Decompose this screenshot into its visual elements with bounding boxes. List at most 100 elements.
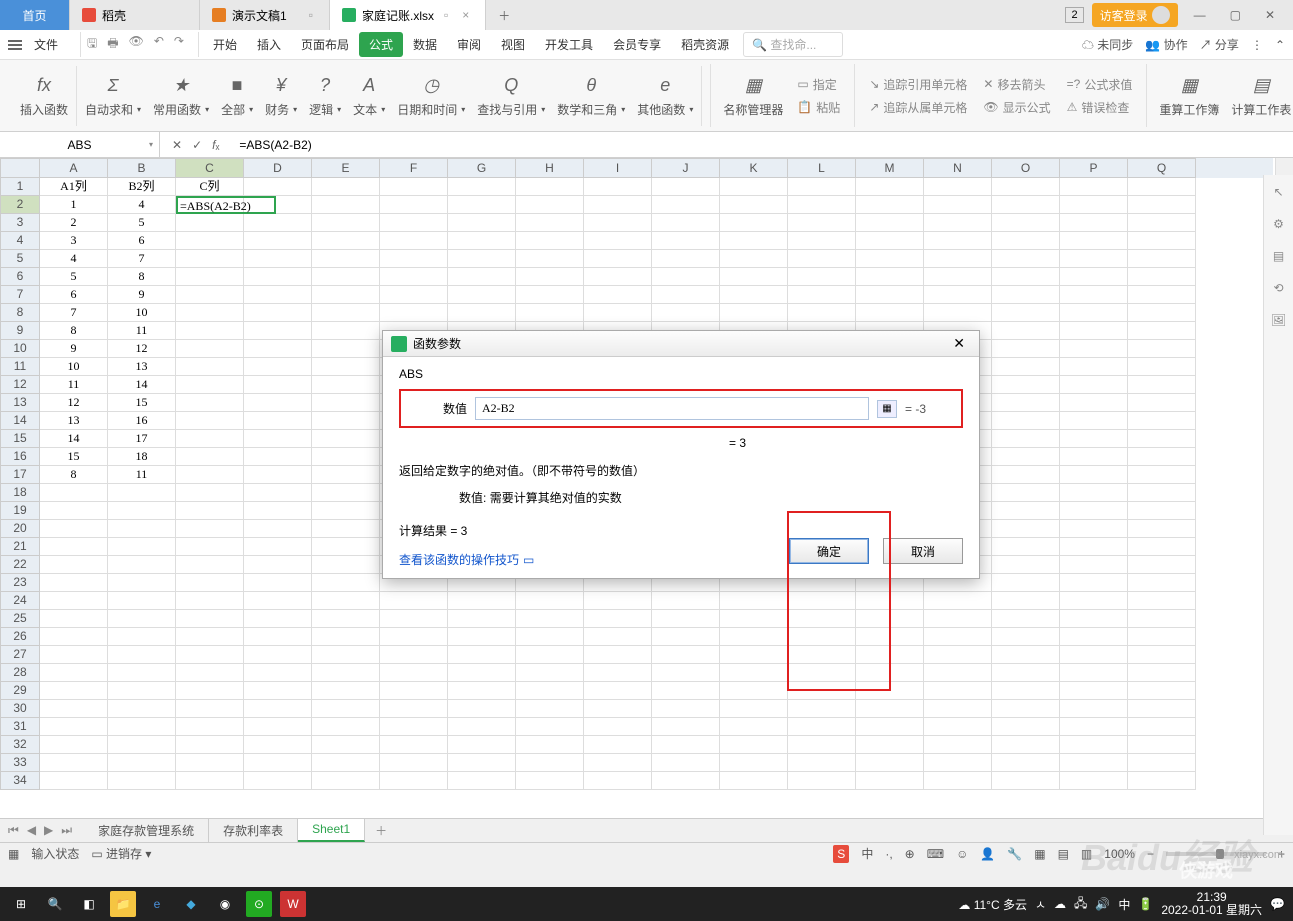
row-header[interactable]: 15 (0, 430, 40, 448)
cell[interactable] (448, 268, 516, 286)
ribbon-全部[interactable]: ■全部 (215, 64, 259, 127)
grid-icon[interactable]: ▦ (8, 847, 19, 861)
cell[interactable] (856, 718, 924, 736)
ribbon-文本[interactable]: A文本 (347, 64, 391, 127)
cell[interactable] (1060, 574, 1128, 592)
cell[interactable] (924, 196, 992, 214)
cell[interactable] (244, 466, 312, 484)
cell[interactable] (584, 754, 652, 772)
cell[interactable] (856, 232, 924, 250)
cell[interactable] (244, 178, 312, 196)
cell[interactable] (924, 610, 992, 628)
cell[interactable] (176, 358, 244, 376)
ime-punct[interactable]: ·, (885, 847, 892, 861)
cell[interactable] (720, 700, 788, 718)
cell[interactable] (244, 718, 312, 736)
cell[interactable] (992, 520, 1060, 538)
cell[interactable] (992, 394, 1060, 412)
cell[interactable] (584, 646, 652, 664)
cell[interactable] (788, 754, 856, 772)
view-break-icon[interactable]: ▥ (1081, 847, 1092, 861)
cell[interactable] (108, 664, 176, 682)
close-button[interactable]: ✕ (1257, 4, 1283, 26)
cell[interactable] (1060, 196, 1128, 214)
cell[interactable] (720, 232, 788, 250)
cell[interactable] (312, 538, 380, 556)
menu-会员专享[interactable]: 会员专享 (603, 32, 671, 57)
cell[interactable] (380, 628, 448, 646)
cell[interactable] (516, 196, 584, 214)
cell[interactable]: 14 (108, 376, 176, 394)
cell[interactable] (40, 754, 108, 772)
cell[interactable] (448, 304, 516, 322)
cell[interactable]: 9 (108, 286, 176, 304)
cell[interactable] (244, 340, 312, 358)
row-header[interactable]: 16 (0, 448, 40, 466)
cell[interactable] (924, 232, 992, 250)
row-header[interactable]: 18 (0, 484, 40, 502)
cell[interactable] (584, 592, 652, 610)
zoom-out-icon[interactable]: − (1147, 847, 1154, 861)
cell[interactable]: 16 (108, 412, 176, 430)
cell[interactable] (652, 610, 720, 628)
cell[interactable] (788, 304, 856, 322)
start-button[interactable]: ⊞ (8, 891, 34, 917)
cell[interactable] (244, 376, 312, 394)
cell[interactable] (856, 700, 924, 718)
error-check-button[interactable]: ⚠ 错误检查 (1065, 97, 1135, 118)
cell[interactable] (652, 592, 720, 610)
row-header[interactable]: 10 (0, 340, 40, 358)
cell[interactable] (788, 736, 856, 754)
cell[interactable] (176, 592, 244, 610)
cell[interactable] (176, 664, 244, 682)
cell[interactable] (924, 268, 992, 286)
cell[interactable] (992, 250, 1060, 268)
cell[interactable] (244, 754, 312, 772)
cell[interactable] (1060, 448, 1128, 466)
network-icon[interactable]: 🖧 (1074, 894, 1087, 915)
cell[interactable] (924, 700, 992, 718)
select-tool-icon[interactable]: ↖ (1273, 185, 1283, 199)
cell[interactable] (856, 772, 924, 790)
cell[interactable] (652, 178, 720, 196)
ime-keyboard[interactable]: ⌨ (927, 847, 944, 861)
cell[interactable] (1128, 718, 1196, 736)
row-header[interactable]: 29 (0, 682, 40, 700)
tab-close-icon[interactable]: ▫ (305, 8, 317, 22)
cell[interactable] (652, 754, 720, 772)
cell[interactable] (1128, 628, 1196, 646)
cell[interactable]: 11 (108, 466, 176, 484)
cell[interactable] (1128, 322, 1196, 340)
cell[interactable] (516, 268, 584, 286)
cell[interactable] (516, 250, 584, 268)
menu-稻壳资源[interactable]: 稻壳资源 (671, 32, 739, 57)
cell[interactable] (992, 592, 1060, 610)
ribbon-插入函数[interactable]: fx插入函数 (14, 64, 74, 127)
cell[interactable] (312, 394, 380, 412)
col-header[interactable]: G (448, 158, 516, 178)
row-header[interactable]: 14 (0, 412, 40, 430)
cell[interactable] (40, 682, 108, 700)
cell[interactable] (1060, 610, 1128, 628)
col-header[interactable]: P (1060, 158, 1128, 178)
cell[interactable] (244, 412, 312, 430)
cell[interactable] (312, 448, 380, 466)
cell[interactable] (448, 232, 516, 250)
cell[interactable] (516, 178, 584, 196)
ribbon-数学和三角[interactable]: θ数学和三角 (551, 64, 631, 127)
minimize-button[interactable]: — (1186, 4, 1214, 26)
row-header[interactable]: 27 (0, 646, 40, 664)
cell[interactable] (448, 196, 516, 214)
cell[interactable] (720, 178, 788, 196)
cell[interactable] (1128, 340, 1196, 358)
ok-button[interactable]: 确定 (789, 538, 869, 564)
cell[interactable] (788, 664, 856, 682)
cell[interactable] (312, 412, 380, 430)
param-input[interactable] (475, 397, 869, 420)
cell[interactable] (244, 394, 312, 412)
cell[interactable] (992, 376, 1060, 394)
cell[interactable] (1128, 736, 1196, 754)
cell[interactable] (108, 556, 176, 574)
row-header[interactable]: 22 (0, 556, 40, 574)
cell[interactable] (312, 646, 380, 664)
